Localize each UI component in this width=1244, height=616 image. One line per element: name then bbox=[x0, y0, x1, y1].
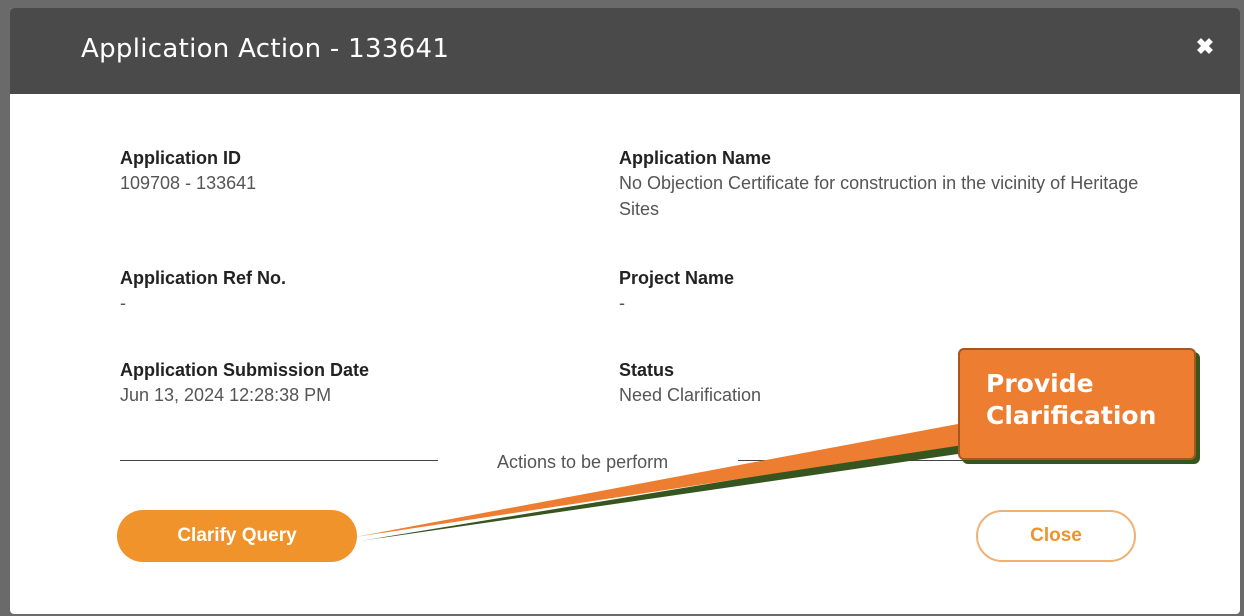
field-value: No Objection Certificate for constructio… bbox=[619, 173, 1139, 219]
field-value: 109708 - 133641 bbox=[120, 173, 257, 193]
modal-title: Application Action - 133641 bbox=[81, 34, 450, 64]
field-value: - bbox=[120, 293, 126, 313]
divider-left bbox=[120, 460, 438, 461]
callout-box: Provide Clarification bbox=[958, 348, 1196, 460]
field-status: Status Need Clarification bbox=[619, 358, 939, 408]
close-x-icon[interactable]: ✖ bbox=[1190, 32, 1220, 62]
field-label: Application Submission Date bbox=[120, 360, 370, 380]
field-value: - bbox=[619, 293, 625, 313]
field-value: Need Clarification bbox=[619, 385, 762, 405]
field-project-name: Project Name - bbox=[619, 266, 1139, 316]
field-application-name: Application Name No Objection Certificat… bbox=[619, 146, 1139, 222]
actions-divider-text: Actions to be perform bbox=[497, 452, 669, 472]
callout-text: Provide Clarification bbox=[986, 369, 1157, 430]
field-application-ref-no: Application Ref No. - bbox=[120, 266, 560, 316]
field-label: Project Name bbox=[619, 268, 735, 288]
clarify-query-button[interactable]: Clarify Query bbox=[117, 510, 357, 562]
field-value: Jun 13, 2024 12:28:38 PM bbox=[120, 385, 332, 405]
field-label: Application Ref No. bbox=[120, 268, 286, 288]
field-submission-date: Application Submission Date Jun 13, 2024… bbox=[120, 358, 560, 408]
field-label: Application ID bbox=[120, 148, 241, 168]
field-label: Application Name bbox=[619, 148, 772, 168]
application-action-modal: Application Action - 133641 ✖ Applicatio… bbox=[10, 8, 1240, 614]
close-button[interactable]: Close bbox=[976, 510, 1136, 562]
field-application-id: Application ID 109708 - 133641 bbox=[120, 146, 560, 196]
modal-header: Application Action - 133641 ✖ bbox=[10, 8, 1240, 94]
field-label: Status bbox=[619, 360, 675, 380]
divider-right bbox=[738, 460, 1136, 461]
